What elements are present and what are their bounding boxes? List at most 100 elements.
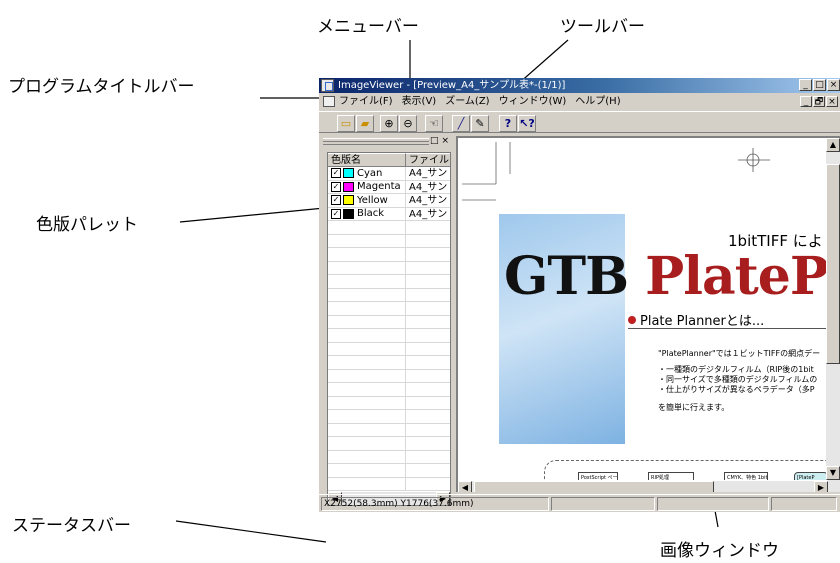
status-coordinates: X2752(58.3mm) Y1776(37.6mm): [321, 497, 549, 511]
leader-statusbar: [175, 520, 327, 543]
bullet-icon: [628, 315, 636, 324]
menu-window[interactable]: ウィンドウ(W): [499, 94, 567, 110]
empty-row: [328, 275, 450, 289]
hand-icon[interactable]: ☜: [425, 115, 443, 132]
horizontal-scroll-thumb[interactable]: [474, 481, 714, 492]
plate-rows: ✓ Cyan A4_サン ✓ Magenta A4_サン ✓ Yellow A4_サン…: [328, 167, 450, 491]
mdi-close-button[interactable]: ×: [826, 96, 838, 107]
plate-file: A4_サン: [409, 195, 448, 206]
image-horizontal-scrollbar[interactable]: ◀ ▶: [458, 480, 828, 492]
empty-row: [328, 464, 450, 478]
callout-toolbar: ツールバー: [560, 17, 645, 37]
palette-close-button[interactable]: ×: [441, 136, 449, 146]
scroll-right-button[interactable]: ▶: [814, 481, 828, 492]
app-window: ImageViewer - [Preview_A4_サンプル表*-(1/1)] …: [319, 78, 840, 512]
open-icon[interactable]: ▭: [337, 115, 355, 132]
empty-row: [328, 261, 450, 275]
plate-name: Cyan: [357, 167, 383, 179]
plate-row-magenta[interactable]: ✓ Magenta A4_サン: [328, 180, 450, 194]
plate-file: A4_サン: [409, 168, 448, 179]
plate-palette: □ × 色版名 ファイル ✓ Cyan A4_サン ✓ Magenta A4_サン …: [321, 136, 453, 506]
mdi-restore-button[interactable]: 🗗: [813, 96, 825, 107]
plate-swatch: [343, 168, 354, 179]
empty-row: [328, 369, 450, 383]
plate-row-cyan[interactable]: ✓ Cyan A4_サン: [328, 167, 450, 181]
document-icon[interactable]: [323, 96, 335, 107]
palette-grip[interactable]: [323, 138, 429, 145]
zoom-out-icon[interactable]: ⊖: [399, 115, 417, 132]
eyedropper-icon[interactable]: ╱: [452, 115, 470, 132]
preview-section-title: Plate Plannerとは...: [628, 310, 764, 329]
plate-list-header: 色版名 ファイル: [328, 153, 450, 167]
app-icon: [321, 79, 334, 92]
status-pane: [771, 497, 837, 511]
help-icon[interactable]: ?: [499, 115, 517, 132]
image-vertical-scrollbar[interactable]: ▲ ▼: [826, 138, 840, 492]
leader-palette: [179, 206, 336, 223]
scroll-up-button[interactable]: ▲: [826, 138, 840, 152]
empty-row: [328, 356, 450, 370]
image-window[interactable]: 1bitTIFF によ GTB PlateP Plate Plannerとは..…: [456, 136, 840, 492]
empty-row: [328, 329, 450, 343]
plate-name: Black: [357, 208, 385, 220]
plate-swatch: [343, 181, 354, 192]
plate-row-black[interactable]: ✓ Black A4_サン: [328, 207, 450, 221]
window-title: ImageViewer - [Preview_A4_サンプル表*-(1/1)]: [338, 80, 566, 91]
empty-row: [328, 342, 450, 356]
plate-file: A4_サン: [409, 208, 448, 220]
vertical-scroll-thumb[interactable]: [826, 164, 840, 364]
empty-row: [328, 221, 450, 235]
palette-buttons: □ ×: [430, 136, 449, 146]
plate-checkbox[interactable]: ✓: [331, 195, 341, 206]
mdi-minimize-button[interactable]: _: [800, 96, 812, 107]
empty-row: [328, 248, 450, 262]
callout-titlebar: プログラムタイトルバー: [8, 77, 195, 97]
maximize-button[interactable]: □: [813, 79, 826, 91]
column-file[interactable]: ファイル: [406, 153, 450, 167]
minimize-button[interactable]: _: [799, 79, 812, 91]
preview-body-line: "PlatePlanner"では１ビットTIFFの網点デー: [658, 349, 821, 358]
empty-row: [328, 288, 450, 302]
mdi-buttons: _ 🗗 ×: [800, 96, 838, 107]
empty-row: [328, 423, 450, 437]
scroll-down-button[interactable]: ▼: [826, 466, 840, 480]
empty-row: [328, 437, 450, 451]
context-help-icon[interactable]: ↖?: [518, 115, 536, 132]
status-pane: [551, 497, 655, 511]
menu-help[interactable]: ヘルプ(H): [575, 94, 620, 110]
preview-body-line: を簡単に行えます。: [658, 403, 730, 412]
callout-palette: 色版パレット: [36, 215, 138, 235]
plate-swatch: [343, 208, 354, 219]
plate-file: A4_サン: [409, 181, 448, 193]
menu-zoom[interactable]: ズーム(Z): [445, 94, 489, 110]
section-underline: [628, 328, 828, 329]
caption-buttons: _ □ ×: [799, 79, 840, 92]
menu-view[interactable]: 表示(V): [402, 94, 437, 110]
plate-checkbox[interactable]: ✓: [331, 181, 341, 192]
empty-row: [328, 410, 450, 424]
open-folder-icon[interactable]: ▰: [356, 115, 374, 132]
plate-list: 色版名 ファイル ✓ Cyan A4_サン ✓ Magenta A4_サン ✓ Yel…: [327, 152, 451, 506]
preview-headline: GTB PlateP: [504, 246, 829, 307]
palette-restore-button[interactable]: □: [430, 136, 439, 146]
menu-file[interactable]: ファイル(F): [339, 94, 393, 110]
empty-row: [328, 234, 450, 248]
callout-imagewindow: 画像ウィンドウ: [660, 541, 779, 561]
title-bar[interactable]: ImageViewer - [Preview_A4_サンプル表*-(1/1)] …: [319, 78, 840, 93]
plate-name: Magenta: [357, 181, 401, 193]
close-button[interactable]: ×: [827, 79, 840, 91]
menu-bar: ファイル(F) 表示(V) ズーム(Z) ウィンドウ(W) ヘルプ(H) _ 🗗…: [319, 94, 840, 110]
plate-row-yellow[interactable]: ✓ Yellow A4_サン: [328, 194, 450, 208]
empty-row: [328, 302, 450, 316]
plate-checkbox[interactable]: ✓: [331, 168, 341, 179]
pen-icon[interactable]: ✎: [471, 115, 489, 132]
empty-row: [328, 383, 450, 397]
zoom-in-icon[interactable]: ⊕: [380, 115, 398, 132]
callout-menubar: メニューバー: [317, 17, 419, 37]
column-plate-name[interactable]: 色版名: [328, 153, 406, 167]
scroll-left-button[interactable]: ◀: [458, 481, 472, 492]
empty-row: [328, 315, 450, 329]
status-bar: X2752(58.3mm) Y1776(37.6mm): [319, 494, 840, 512]
plate-checkbox[interactable]: ✓: [331, 208, 341, 219]
plate-name: Yellow: [357, 194, 388, 206]
